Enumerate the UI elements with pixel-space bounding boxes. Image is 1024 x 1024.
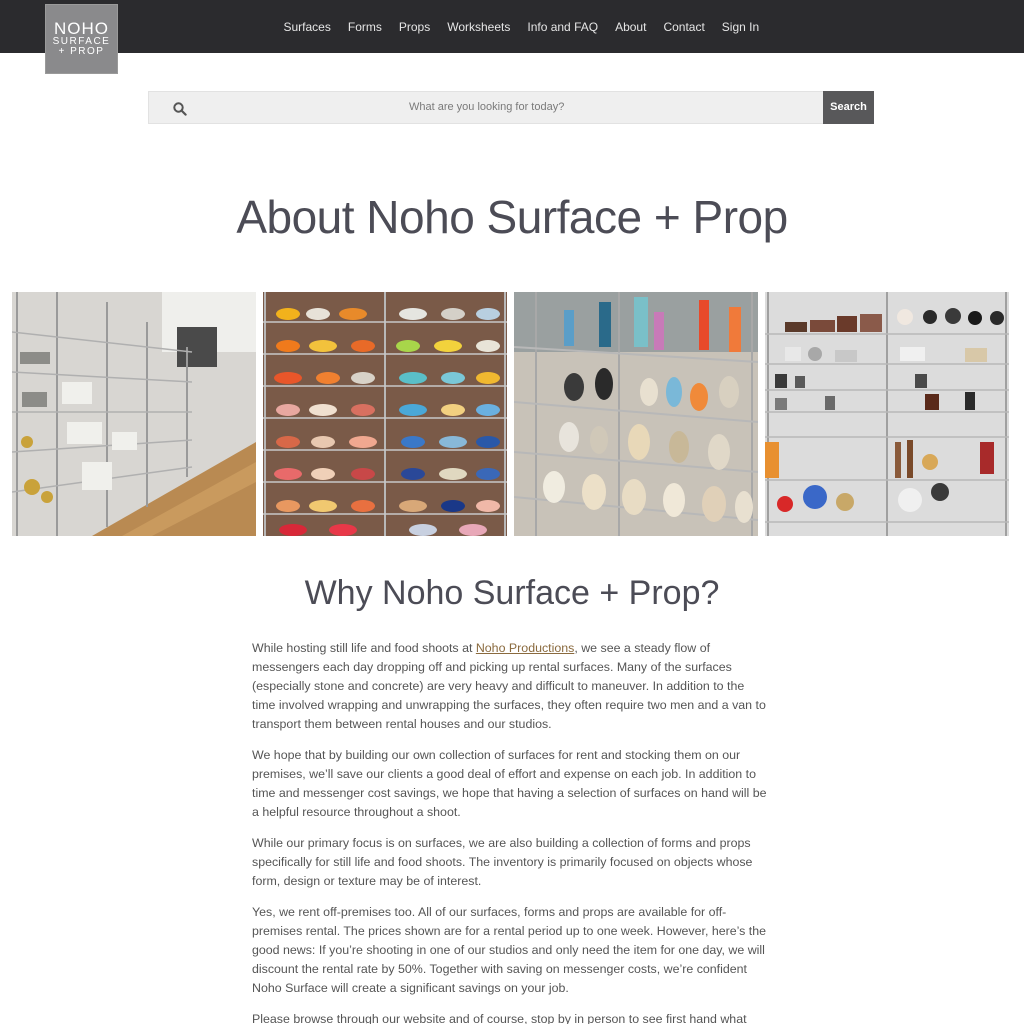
nav-contact[interactable]: Contact xyxy=(663,20,704,34)
paragraph-1: While hosting still life and food shoots… xyxy=(252,639,768,734)
ceramic-vases-photo xyxy=(514,292,758,536)
page-title: About Noho Surface + Prop xyxy=(236,191,788,243)
logo-line-prop: + PROP xyxy=(58,46,105,57)
paragraph-1-text-start: While hosting still life and food shoots… xyxy=(252,641,476,655)
paragraph-5: Please browse through our website and of… xyxy=(252,1012,747,1024)
main-nav: Surfaces Forms Props Worksheets Info and… xyxy=(275,0,768,53)
paragraph-2: We hope that by building our own collect… xyxy=(252,748,767,819)
props-collection-photo xyxy=(765,292,1009,536)
search-input[interactable]: What are you looking for today? xyxy=(409,92,564,123)
logo-line-noho: NOHO xyxy=(54,19,109,38)
search-button[interactable]: Search xyxy=(823,91,874,124)
nav-props[interactable]: Props xyxy=(399,20,430,34)
nav-worksheets[interactable]: Worksheets xyxy=(447,20,510,34)
nav-about[interactable]: About xyxy=(615,20,646,34)
colorful-dishes-photo xyxy=(263,292,507,536)
about-article: While hosting still life and food shoots… xyxy=(252,639,768,1024)
photo-gallery xyxy=(12,292,1010,536)
section-title: Why Noho Surface + Prop? xyxy=(304,574,720,612)
nav-surfaces[interactable]: Surfaces xyxy=(284,20,331,34)
noho-productions-link[interactable]: Noho Productions xyxy=(476,641,575,655)
search-bar: What are you looking for today? Search xyxy=(148,91,874,124)
search-icon[interactable] xyxy=(173,102,187,116)
nav-sign-in[interactable]: Sign In xyxy=(722,20,759,34)
paragraph-3: While our primary focus is on surfaces, … xyxy=(252,836,753,888)
nav-forms[interactable]: Forms xyxy=(348,20,382,34)
site-logo[interactable]: NOHO SURFACE + PROP xyxy=(45,4,118,74)
nav-info-faq[interactable]: Info and FAQ xyxy=(527,20,598,34)
warehouse-shelves-photo xyxy=(12,292,256,536)
paragraph-4: Yes, we rent off-premises too. All of ou… xyxy=(252,905,767,995)
